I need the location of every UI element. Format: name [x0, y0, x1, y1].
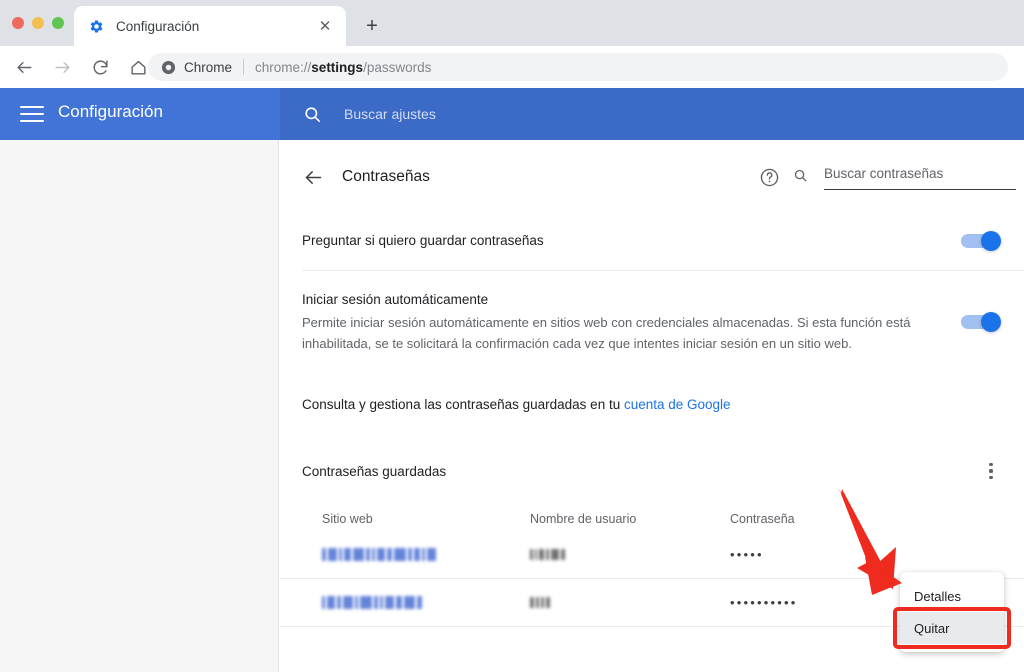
- search-icon: [792, 167, 808, 183]
- setting-label: Preguntar si quiero guardar contraseñas: [302, 233, 544, 248]
- toggle-auto-signin[interactable]: [961, 312, 1001, 332]
- cell-username-redacted: [530, 548, 730, 562]
- account-note-text: Consulta y gestiona las contraseñas guar…: [302, 397, 624, 412]
- redacted-username-text: [530, 548, 730, 562]
- redacted-username-text: [530, 596, 730, 610]
- search-icon: [302, 104, 322, 124]
- setting-description: Permite iniciar sesión automáticamente e…: [302, 315, 911, 351]
- toggle-knob: [981, 312, 1001, 332]
- settings-search-bar[interactable]: Buscar ajustes: [280, 88, 1024, 140]
- url-bold: settings: [311, 59, 364, 75]
- address-bar[interactable]: Chrome chrome://settings/passwords: [148, 53, 1008, 81]
- url-prefix: chrome://: [255, 59, 312, 75]
- toggle-knob: [981, 231, 1001, 251]
- cell-site-redacted: [322, 548, 530, 562]
- gear-icon: [88, 18, 104, 34]
- window-controls: [12, 17, 64, 29]
- passwords-search[interactable]: Buscar contraseñas: [792, 165, 1016, 192]
- settings-search-placeholder: Buscar ajustes: [344, 106, 436, 122]
- help-circle-icon[interactable]: [758, 166, 780, 188]
- hamburger-icon[interactable]: [20, 104, 44, 124]
- column-header-password: Contraseña: [730, 512, 795, 526]
- omnibox-url: chrome://settings/passwords: [255, 60, 431, 75]
- row-context-menu: Detalles Quitar: [900, 572, 1004, 652]
- passwords-search-input[interactable]: Buscar contraseñas: [824, 165, 1016, 190]
- tab-strip: Configuración ✕ +: [0, 0, 1024, 46]
- redacted-site-text: [322, 548, 530, 562]
- forward-button[interactable]: [47, 52, 77, 82]
- setting-text: Preguntar si quiero guardar contraseñas: [302, 231, 961, 251]
- browser-window: Configuración ✕ + Chrome chrome://settin…: [0, 0, 1024, 672]
- passwords-search-placeholder: Buscar contraseñas: [824, 166, 944, 181]
- google-account-note: Consulta y gestiona las contraseñas guar…: [280, 373, 1024, 415]
- saved-passwords-header: Contraseñas guardadas: [280, 457, 1024, 485]
- toggle-offer-to-save[interactable]: [961, 231, 1001, 251]
- chrome-logo-icon: [160, 59, 176, 75]
- cell-username-redacted: [530, 596, 730, 610]
- back-button[interactable]: [9, 52, 39, 82]
- reload-button[interactable]: [85, 52, 115, 82]
- setting-text: Iniciar sesión automáticamente Permite i…: [302, 290, 961, 354]
- close-tab-icon[interactable]: ✕: [313, 14, 337, 38]
- settings-sidebar: [0, 140, 279, 672]
- new-tab-button[interactable]: +: [358, 12, 386, 40]
- page-title: Contraseñas: [342, 168, 430, 185]
- close-window-button[interactable]: [12, 17, 24, 29]
- cell-site-redacted: [322, 596, 530, 610]
- browser-tab[interactable]: Configuración ✕: [74, 6, 346, 46]
- google-account-link[interactable]: cuenta de Google: [624, 397, 731, 412]
- setting-row-offer-to-save[interactable]: Preguntar si quiero guardar contraseñas: [280, 212, 1024, 270]
- url-suffix: /passwords: [363, 59, 432, 75]
- cell-password-dots: •••••: [730, 547, 764, 562]
- tab-title: Configuración: [116, 18, 200, 34]
- setting-label: Iniciar sesión automáticamente: [302, 292, 489, 307]
- omnibox-chrome-label: Chrome: [184, 59, 233, 75]
- maximize-window-button[interactable]: [52, 17, 64, 29]
- saved-passwords-title: Contraseñas guardadas: [302, 463, 447, 479]
- passwords-page-header: Contraseñas Buscar contraseñas: [280, 140, 1024, 212]
- menu-item-details[interactable]: Detalles: [900, 580, 1004, 612]
- table-header-row: Sitio web Nombre de usuario Contraseña: [280, 507, 1024, 531]
- column-header-site: Sitio web: [322, 512, 373, 526]
- redacted-site-text: [322, 596, 530, 610]
- settings-title: Configuración: [58, 102, 163, 121]
- setting-row-auto-signin[interactable]: Iniciar sesión automáticamente Permite i…: [280, 271, 1024, 373]
- column-header-username: Nombre de usuario: [530, 512, 637, 526]
- more-vertical-icon[interactable]: [980, 460, 1002, 482]
- menu-item-remove[interactable]: Quitar: [900, 612, 1004, 644]
- omnibox-separator: [243, 59, 245, 75]
- back-arrow-icon[interactable]: [302, 166, 324, 188]
- browser-toolbar: Chrome chrome://settings/passwords: [0, 46, 1024, 88]
- minimize-window-button[interactable]: [32, 17, 44, 29]
